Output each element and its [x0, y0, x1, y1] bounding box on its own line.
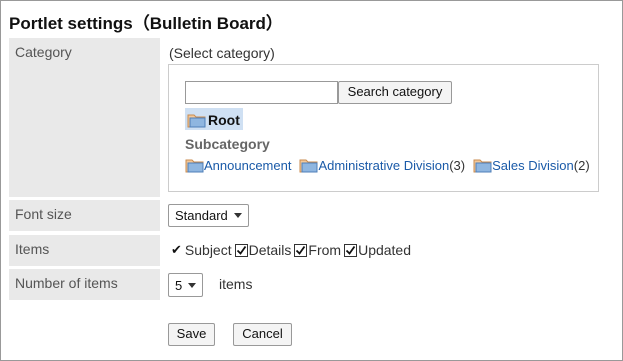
subcategory-count: (3)	[449, 157, 466, 173]
caret-down-icon	[233, 213, 242, 218]
folder-icon	[473, 159, 492, 173]
item-subject-label: Subject	[184, 242, 232, 258]
root-label: Root	[208, 111, 240, 128]
item-from-label: From	[308, 242, 342, 258]
number-of-items-value: 5	[175, 277, 183, 293]
folder-icon	[187, 114, 206, 127]
subcategory-list: Announcement Administrative Division (3)…	[185, 157, 598, 173]
cancel-button[interactable]: Cancel	[233, 323, 292, 346]
subcategory-link-administrative-division[interactable]: Administrative Division	[318, 158, 449, 173]
subcategory-item[interactable]: Administrative Division (3)	[299, 157, 465, 173]
font-size-select[interactable]: Standard	[168, 204, 249, 227]
font-size-value: Standard	[175, 208, 228, 223]
subcategory-link-announcement[interactable]: Announcement	[204, 158, 291, 173]
check-icon	[345, 245, 356, 255]
search-category-button[interactable]: Search category	[338, 81, 452, 104]
category-selector: Search category Root Subcategory Announc…	[168, 64, 599, 192]
check-icon: ✔	[171, 242, 182, 257]
category-search-input[interactable]	[185, 81, 338, 104]
subcategory-count: (2)	[573, 157, 590, 173]
select-category-text: (Select category)	[169, 45, 275, 61]
item-updated-label: Updated	[358, 242, 412, 258]
save-button[interactable]: Save	[168, 323, 215, 346]
font-size-label: Font size	[9, 200, 160, 231]
category-label: Category	[9, 38, 160, 197]
subcategory-item[interactable]: Sales Division (2)	[473, 157, 590, 173]
updated-checkbox[interactable]	[344, 243, 358, 257]
check-icon	[236, 245, 246, 255]
check-icon	[296, 245, 306, 255]
items-label: Items	[9, 235, 160, 266]
subcategory-heading: Subcategory	[185, 136, 270, 152]
page-title: Portlet settings（Bulletin Board）	[9, 14, 283, 33]
item-details-label: Details	[248, 242, 292, 258]
subcategory-link-sales-division[interactable]: Sales Division	[492, 158, 574, 173]
folder-icon	[299, 159, 318, 173]
items-unit-text: items	[219, 276, 253, 292]
items-checkbox-group: ✔ Subject Details From Updated	[171, 242, 414, 258]
number-of-items-label: Number of items	[9, 269, 160, 300]
subcategory-item[interactable]: Announcement	[185, 157, 291, 173]
root-category[interactable]: Root	[185, 108, 243, 130]
details-checkbox[interactable]	[234, 243, 248, 257]
from-checkbox[interactable]	[294, 243, 308, 257]
number-of-items-select[interactable]: 5	[168, 273, 204, 297]
portlet-settings-panel: Portlet settings（Bulletin Board） Categor…	[0, 0, 623, 361]
folder-icon	[185, 159, 204, 173]
caret-down-icon	[188, 282, 197, 288]
